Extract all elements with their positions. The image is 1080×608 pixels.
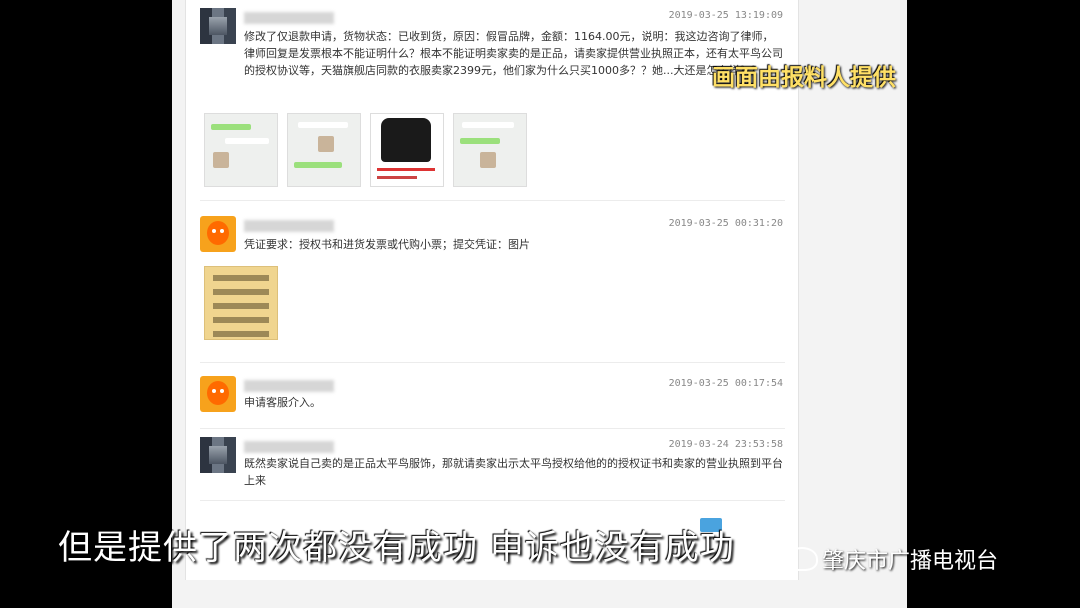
message-text: 既然卖家说自己卖的是正品太平鸟服饰，那就请卖家出示太平鸟授权给他的的授权证书和卖… (244, 457, 783, 487)
user-name-blurred (244, 220, 334, 232)
system-avatar (200, 216, 236, 252)
user-name-blurred (244, 441, 334, 453)
proof-image-thumbnail[interactable] (204, 266, 278, 340)
jacket-listing-thumbnail[interactable] (370, 113, 444, 187)
message-time: 2019-03-25 00:17:54 (668, 378, 783, 389)
user-name-blurred (244, 380, 334, 392)
system-avatar (200, 376, 236, 412)
message-item: 2019-03-24 23:53:58 既然卖家说自己卖的是正品太平鸟服饰，那就… (200, 437, 785, 497)
user-name-blurred (244, 12, 334, 24)
message-time: 2019-03-24 23:53:58 (668, 439, 783, 450)
message-time: 2019-03-25 00:31:20 (668, 218, 783, 229)
chat-screenshot-thumbnail[interactable] (204, 113, 278, 187)
channel-name: 肇庆市广播电视台 (822, 549, 999, 574)
message-text: 修改了仅退款申请，货物状态：已收到货，原因：假冒品牌，金额：1164.00元，说… (244, 30, 783, 77)
divider (200, 362, 785, 363)
message-time: 2019-03-25 13:19:09 (668, 10, 783, 21)
wechat-icon (786, 547, 818, 571)
chat-screenshot-thumbnail[interactable] (453, 113, 527, 187)
source-note-overlay: 画面由报料人提供 (712, 65, 896, 91)
chat-screenshot-thumbnail[interactable] (287, 113, 361, 187)
message-text: 申请客服介入。 (244, 396, 321, 409)
divider (200, 428, 785, 429)
evidence-thumbnails (204, 113, 527, 187)
user-avatar (200, 437, 236, 473)
message-text: 凭证要求：授权书和进货发票或代购小票；提交凭证：图片 (244, 238, 530, 251)
video-subtitle: 但是提供了两次都没有成功 申诉也没有成功 (58, 528, 735, 568)
message-item: 2019-03-25 13:19:09 修改了仅退款申请，货物状态：已收到货，原… (200, 8, 785, 198)
message-item: 2019-03-25 00:31:20 凭证要求：授权书和进货发票或代购小票；提… (200, 216, 785, 356)
divider (200, 200, 785, 201)
divider (200, 500, 785, 501)
user-avatar (200, 8, 236, 44)
channel-logo: 肇庆市广播电视台 (786, 543, 998, 575)
message-item: 2019-03-25 00:17:54 申请客服介入。 (200, 376, 785, 426)
